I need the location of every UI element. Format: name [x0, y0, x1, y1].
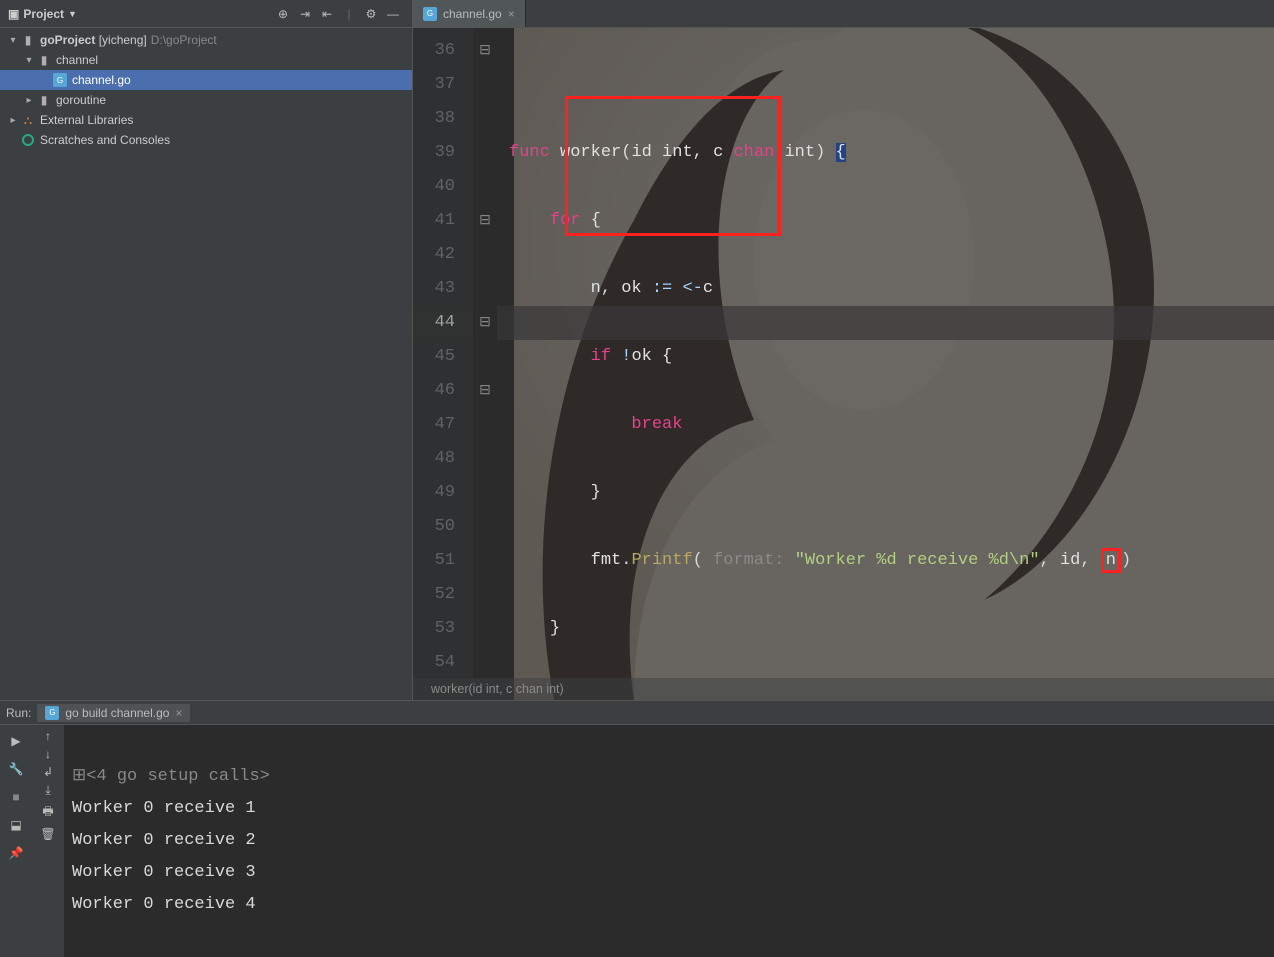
console-line: Worker 0 receive 3: [72, 863, 256, 882]
line-gutter: 36373839404142434445464748495051525354: [413, 28, 473, 678]
go-file-icon: G: [423, 7, 437, 21]
console-line: Worker 0 receive 1: [72, 799, 256, 818]
caret-right-icon[interactable]: ▸: [6, 115, 20, 126]
go-file-icon: G: [45, 706, 59, 720]
soft-wrap-icon[interactable]: ↲: [43, 765, 53, 779]
console-line: Worker 0 receive 2: [72, 831, 256, 850]
close-tab-icon[interactable]: ×: [508, 7, 515, 21]
run-toolbar-left: ▶ 🔧 ■ ⬓ 📌: [0, 725, 32, 957]
expand-all-icon[interactable]: ⇥: [294, 3, 316, 25]
console-output[interactable]: ⊞<4 go setup calls> Worker 0 receive 1 W…: [64, 725, 1274, 957]
console-line: Worker 0 receive 4: [72, 895, 256, 914]
tree-root-label: goProject: [40, 33, 95, 47]
tree-folder-goroutine[interactable]: ▸ ▮ goroutine: [0, 90, 412, 110]
folder-icon: ▮: [36, 52, 52, 68]
tree-ext-lib-label: External Libraries: [40, 113, 133, 127]
project-title[interactable]: ▣ Project ▼: [8, 7, 77, 21]
code-content[interactable]: func worker(id int, c chan int) { for { …: [497, 28, 1274, 678]
tree-scratches[interactable]: Scratches and Consoles: [0, 130, 412, 150]
tree-file-label: channel.go: [72, 73, 131, 87]
tree-file-channel-go[interactable]: G channel.go: [0, 70, 412, 90]
scratches-icon: [20, 132, 36, 148]
editor-area: G channel.go × 3637383940414243444546474…: [413, 0, 1274, 700]
folder-icon: ▮: [20, 32, 36, 48]
wrench-icon[interactable]: 🔧: [4, 757, 28, 781]
project-title-label: Project: [23, 7, 64, 21]
run-tab-label: go build channel.go: [65, 706, 169, 720]
locate-icon[interactable]: ⊕: [272, 3, 294, 25]
chevron-down-icon: ▼: [68, 9, 77, 19]
editor-tabs: G channel.go ×: [413, 0, 1274, 28]
project-panel-icon: ▣: [8, 7, 19, 21]
layout-icon[interactable]: ⬓: [4, 813, 28, 837]
gear-icon[interactable]: ⚙: [360, 3, 382, 25]
project-sidebar: ▣ Project ▼ ⊕ ⇥ ⇤ | ⚙ — ▾ ▮ goProject [y…: [0, 0, 413, 700]
tree-folder-label: goroutine: [56, 93, 106, 107]
console-fold[interactable]: <4 go setup calls>: [86, 767, 270, 786]
tree-folder-label: channel: [56, 53, 98, 67]
caret-down-icon[interactable]: ▾: [22, 55, 36, 66]
down-icon[interactable]: ↓: [45, 747, 51, 761]
divider: |: [338, 3, 360, 25]
tab-channel-go[interactable]: G channel.go ×: [413, 0, 526, 27]
collapse-all-icon[interactable]: ⇤: [316, 3, 338, 25]
tree-scratch-label: Scratches and Consoles: [40, 133, 170, 147]
tree-root-path: D:\goProject: [151, 33, 217, 47]
go-file-icon: G: [52, 72, 68, 88]
project-sidebar-header: ▣ Project ▼ ⊕ ⇥ ⇤ | ⚙ —: [0, 0, 412, 28]
folder-icon: ▮: [36, 92, 52, 108]
tree-folder-channel[interactable]: ▾ ▮ channel: [0, 50, 412, 70]
run-tab[interactable]: G go build channel.go ×: [37, 704, 190, 722]
run-panel: Run: G go build channel.go × ▶ 🔧 ■ ⬓ 📌 ↑…: [0, 700, 1274, 957]
hide-panel-icon[interactable]: —: [382, 3, 404, 25]
run-label: Run:: [6, 706, 31, 720]
close-tab-icon[interactable]: ×: [175, 706, 182, 720]
run-toolbar-right: ↑ ↓ ↲ ⤓ 🖶 🗑: [32, 725, 64, 957]
trash-icon[interactable]: 🗑: [40, 827, 55, 841]
breadcrumb[interactable]: worker(id int, c chan int): [413, 678, 1274, 700]
tree-root[interactable]: ▾ ▮ goProject [yicheng] D:\goProject: [0, 30, 412, 50]
run-header: Run: G go build channel.go ×: [0, 701, 1274, 725]
library-icon: ⛬: [20, 112, 36, 128]
tree-external-libraries[interactable]: ▸ ⛬ External Libraries: [0, 110, 412, 130]
project-tree: ▾ ▮ goProject [yicheng] D:\goProject ▾ ▮…: [0, 28, 412, 152]
print-icon[interactable]: 🖶: [42, 802, 53, 823]
tab-label: channel.go: [443, 7, 502, 21]
tree-root-suffix: [yicheng]: [99, 33, 147, 47]
rerun-button[interactable]: ▶: [4, 729, 28, 753]
pin-icon[interactable]: 📌: [4, 841, 28, 865]
up-icon[interactable]: ↑: [45, 729, 51, 743]
fold-column: ⊟⊟⊟⊟: [473, 28, 497, 678]
caret-right-icon[interactable]: ▸: [22, 95, 36, 106]
caret-down-icon[interactable]: ▾: [6, 35, 20, 46]
code-editor[interactable]: 36373839404142434445464748495051525354 ⊟…: [413, 28, 1274, 678]
scroll-to-end-icon[interactable]: ⤓: [45, 783, 50, 798]
stop-button[interactable]: ■: [4, 785, 28, 809]
